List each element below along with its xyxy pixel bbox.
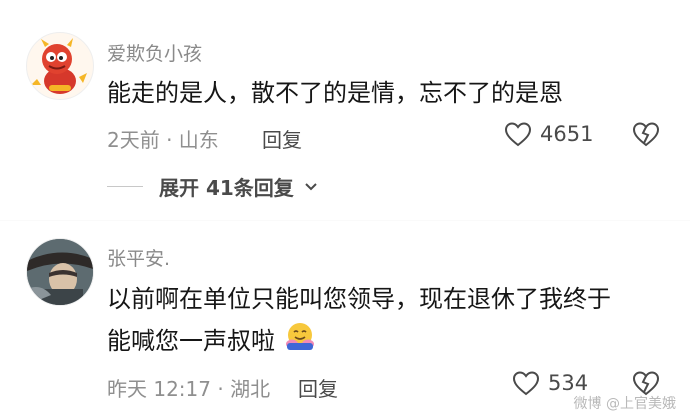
avatar[interactable] bbox=[26, 238, 94, 306]
comment-text-line-2: 能喊您一声叔啦 bbox=[107, 320, 315, 364]
expand-replies-label: 展开 41条回复 bbox=[159, 176, 294, 200]
weibo-watermark: 微博 @上官美娥 bbox=[574, 393, 676, 413]
comment-username[interactable]: 张平安. bbox=[107, 244, 170, 271]
expand-replies-button[interactable]: 展开 41条回复 bbox=[107, 172, 318, 201]
heart-outline-icon bbox=[504, 122, 532, 147]
comment-time-location: 昨天 12:17 · 湖北 bbox=[107, 377, 271, 401]
chevron-down-icon bbox=[305, 182, 317, 190]
comment-text-line-1: 以前啊在单位只能叫您领导，现在退休了我终于 bbox=[107, 285, 611, 313]
avatar[interactable] bbox=[26, 32, 94, 100]
comment-text-line-2-content: 能喊您一声叔啦 bbox=[107, 327, 275, 355]
reply-button[interactable]: 回复 bbox=[262, 124, 302, 153]
comment-time-location: 2天前 · 山东 bbox=[107, 128, 219, 152]
like-count: 4651 bbox=[540, 122, 594, 146]
broken-heart-icon bbox=[632, 122, 660, 147]
heart-outline-icon bbox=[512, 371, 540, 396]
reply-button[interactable]: 回复 bbox=[298, 373, 338, 402]
comment-1: 爱欺负小孩 能走的是人，散不了的是情，忘不了的是恩 2天前 · 山东 回复 46… bbox=[0, 0, 690, 220]
dragon-avatar-icon bbox=[31, 38, 87, 94]
like-button[interactable]: 4651 bbox=[504, 121, 593, 147]
character-avatar-icon bbox=[27, 239, 93, 305]
dislike-button[interactable] bbox=[632, 121, 660, 151]
watermark-text: 微博 @上官美娥 bbox=[573, 396, 676, 412]
expand-divider-line bbox=[107, 186, 143, 187]
comment-2: 张平安. 以前啊在单位只能叫您领导，现在退休了我终于 能喊您一声叔啦 昨天 12… bbox=[0, 220, 690, 419]
comment-username[interactable]: 爱欺负小孩 bbox=[107, 39, 202, 66]
comment-text: 能走的是人，散不了的是情，忘不了的是恩 bbox=[107, 79, 563, 107]
hugging-face-emoji bbox=[285, 321, 315, 364]
like-count: 534 bbox=[548, 371, 589, 395]
